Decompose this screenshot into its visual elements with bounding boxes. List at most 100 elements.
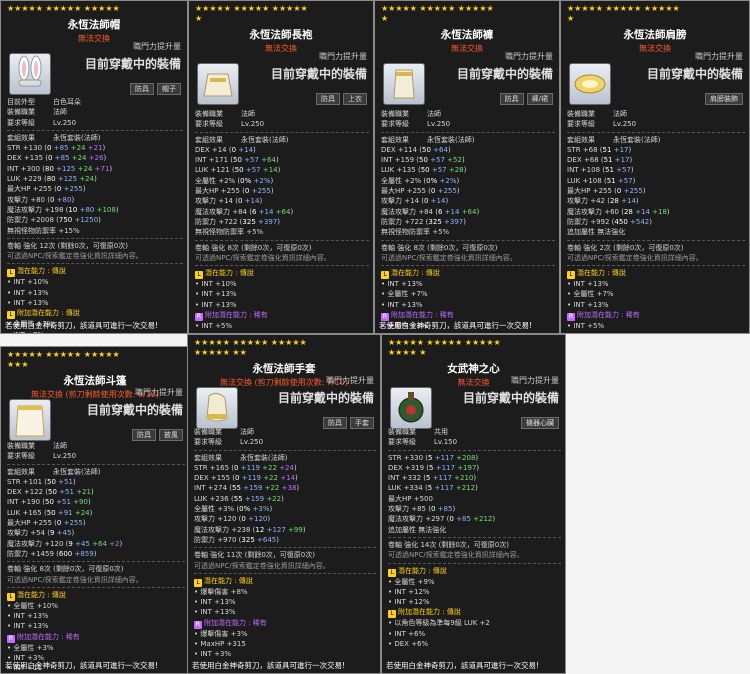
item-tooltip-card: ★★★★★ ★★★★★ ★★★★★ ★★★ 永恆法師斗篷 無法交換 (剪刀剩餘使用次數… <box>0 346 190 674</box>
potential-value: INT +13% <box>200 598 236 607</box>
star-force-stars: ★★★★★ ★★★★★ ★★★★★ <box>567 4 680 13</box>
currently-wearing-label: 目前穿戴中的裝備 <box>270 67 367 81</box>
divider <box>381 265 555 267</box>
stat-line: STR +330 (5 +117 +208) <box>388 453 479 462</box>
potential-line: • INT +13% <box>7 612 49 621</box>
stat-line: 最大HP +255 (0 +255) <box>381 187 460 196</box>
heart-device-icon <box>390 387 432 429</box>
star-force-stars-row2: ★★★★★ ★★ <box>194 348 247 357</box>
potential-value: INT +13% <box>13 299 49 308</box>
additional-potential-title: 附加潛在能力 : 傳說 <box>17 309 80 318</box>
potential-header: L 潛在能力 : 傳說 <box>381 268 555 280</box>
meta-label: 裝備職業 <box>381 110 409 118</box>
additional-potential-line: • 以角色等級為準每9級 LUK +2 <box>388 619 490 628</box>
stat-line: 魔法攻擊力 +198 (10 +80 +108) <box>7 205 119 214</box>
stat-line: DEX +155 (0 +119 +22 +14) <box>194 474 298 483</box>
meta-row: 裝備職業 法師 <box>567 109 745 119</box>
meta-label: 裝備職業 <box>194 428 222 436</box>
additional-potential-value: INT +5% <box>573 322 605 331</box>
potential-title: 潛在能力 : 傳說 <box>577 269 626 278</box>
potential-line: • INT +13% <box>195 290 237 299</box>
rare-badge-icon: R <box>194 620 202 629</box>
item-title: 永恆法師肩膀 <box>623 29 687 41</box>
stat-line: DEX +114 (50 +64) <box>381 145 451 154</box>
set-row: 套組效果 永恆套裝(法師) <box>381 135 555 145</box>
potential-value: INT +13% <box>13 622 49 631</box>
meta-label: 裝備職業 <box>388 428 416 436</box>
meta-label: 裝備職業 <box>195 110 223 118</box>
meta-value: Lv.150 <box>434 438 458 447</box>
additional-potential-title: 附加潛在能力 : 稀有 <box>17 632 80 641</box>
rare-badge-icon: R <box>567 313 575 322</box>
extra-stat-line: 追加屬性 無法強化 <box>567 228 626 237</box>
set-label: 套組效果 <box>567 135 595 144</box>
divider <box>7 463 185 465</box>
additional-potential-value: INT +5% <box>201 322 233 331</box>
potential-line: • INT +10% <box>195 280 237 289</box>
currently-wearing-label: 目前穿戴中的裝備 <box>456 67 553 81</box>
additional-potential-header: R 附加潛在能力 : 稀有 <box>195 310 369 322</box>
category-tag: 防具 <box>132 429 156 441</box>
meta-value: 法師 <box>241 110 255 118</box>
category-tag: 防具 <box>316 93 340 105</box>
item-stats-body: 裝備職業 共用 要求等級 Lv.150 STR +330 (5 +117 +208) DE… <box>388 427 561 649</box>
additional-potential-line: • 全屬性 +3% <box>7 643 54 652</box>
stat-line: 魔法攻擊力 +238 (12 +127 +99) <box>194 525 306 534</box>
potential-line: • 爆擊傷害 +8% <box>194 587 248 596</box>
stat-line: INT +300 (80 +125 +24 +71) <box>7 164 113 173</box>
additional-potential-line: • MaxHP +315 <box>194 640 246 649</box>
category-tags: 防具 披風 <box>132 429 183 441</box>
growth-label: 職門力提升量 <box>511 376 559 385</box>
divider <box>194 572 376 574</box>
divider <box>381 131 555 133</box>
item-tooltip-card: ★★★★★ ★★★★★ ★★★★★ ★ 永恆法師肩膀 無法交換 職門力提升量 目前穿戴中的… <box>560 0 750 334</box>
star-force-stars-row2: ★ <box>381 14 389 23</box>
additional-potential-line: • INT +5% <box>195 322 233 331</box>
trade-footer-note: 若使用白金神奇剪刀，該道具可進行一次交易! <box>386 661 540 670</box>
potential-value: INT +13% <box>573 300 609 309</box>
rare-badge-icon: R <box>7 634 15 643</box>
enhance-line: 卷軸 強化 8次 (剩餘0次，可復原0次) <box>381 243 498 252</box>
potential-value: INT +12% <box>394 587 430 596</box>
star-force-stars: ★★★★★ ★★★★★ ★★★★★ <box>194 338 307 347</box>
meta-label: 要求等級 <box>7 118 35 127</box>
meta-value: 法師 <box>53 108 67 117</box>
stat-line: LUK +229 (80 +125 +24) <box>7 175 97 184</box>
growth-label: 職門力提升量 <box>505 52 553 61</box>
meta-value: 法師 <box>427 110 441 118</box>
item-tooltip-card: ★★★★★ ★★★★★ ★★★★★ ★ 永恆法師長袍 無法交換 職門力提升量 目前穿戴中的… <box>188 0 374 334</box>
category-tag: 披風 <box>159 429 183 441</box>
meta-row: 目前外型 白色耳朵 <box>7 97 183 107</box>
set-label: 套組效果 <box>7 467 35 476</box>
potential-value: 全屬性 +7% <box>387 290 428 299</box>
robe-top-icon <box>197 63 239 105</box>
category-tag: 防具 <box>130 83 154 95</box>
additional-potential-value: 全屬性 +3% <box>13 643 54 652</box>
additional-potential-value: INT +6% <box>394 629 426 638</box>
stat-line: DEX +319 (5 +117 +197) <box>388 463 480 472</box>
additional-potential-header: L 附加潛在能力 : 傳說 <box>388 607 561 619</box>
stat-line: DEX +68 (51 +17) <box>567 156 633 165</box>
meta-row: 裝備職業 法師 <box>195 109 369 119</box>
item-stats-body: 裝備職業 法師 要求等級 Lv.250 套組效果 永恆套裝(法師) DEX +114 (50… <box>381 109 555 333</box>
growth-label: 職門力提升量 <box>319 52 367 61</box>
meta-label: 裝備職業 <box>567 110 595 118</box>
stat-line: 魔法攻擊力 +84 (6 +14 +64) <box>381 207 480 216</box>
additional-potential-line: • MaxMP +125 <box>567 331 745 333</box>
set-name: 永恆套裝(法師) <box>241 135 289 144</box>
item-title: 永恆法師帽 <box>67 19 121 31</box>
extra-stat-line: 追加屬性 無法強化 <box>388 525 447 534</box>
hint-line: 可透過NPC/探索鑑定卷強化資訊詳細內容。 <box>7 252 143 261</box>
potential-value: INT +13% <box>13 612 49 621</box>
stat-line: 全屬性 +2% (0% +2%) <box>381 176 460 185</box>
currently-wearing-label: 目前穿戴中的裝備 <box>462 391 559 405</box>
meta-row: 裝備職業 法師 <box>7 107 183 117</box>
item-title: 永恆法師褲 <box>440 29 494 41</box>
growth-label: 職門力提升量 <box>695 52 743 61</box>
stat-line: STR +130 (0 +85 +24 +21) <box>7 144 106 153</box>
set-name: 永恆套裝(法師) <box>240 453 288 462</box>
stat-line: STR +165 (0 +119 +22 +24) <box>194 463 297 472</box>
glove-icon <box>196 387 238 429</box>
star-force-stars: ★★★★★ ★★★★★ ★★★★★ <box>381 4 494 13</box>
additional-potential-line: • 爆擊傷害 +3% <box>194 629 248 638</box>
